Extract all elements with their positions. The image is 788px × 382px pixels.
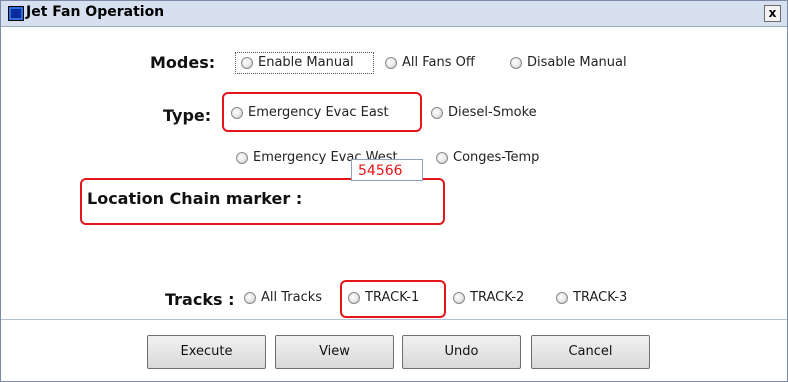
radio-label: TRACK-2: [470, 290, 525, 305]
radio-dot-icon: [348, 291, 360, 304]
radio-emergency-evac-east[interactable]: Emergency Evac East: [231, 105, 389, 120]
radio-label: All Fans Off: [402, 55, 475, 70]
type-label: Type:: [163, 106, 212, 125]
jet-fan-operation-dialog: Jet Fan Operation x Modes: Enable Manual…: [0, 0, 788, 382]
radio-label: Disable Manual: [527, 55, 627, 70]
radio-dot-icon: [241, 56, 253, 69]
radio-dot-icon: [244, 291, 256, 304]
undo-button[interactable]: Undo: [402, 335, 521, 369]
radio-dot-icon: [231, 106, 243, 119]
radio-label: All Tracks: [261, 290, 323, 305]
radio-track-1[interactable]: TRACK-1: [348, 290, 419, 305]
radio-all-fans-off[interactable]: All Fans Off: [385, 55, 475, 70]
radio-conges-temp[interactable]: Conges-Temp: [436, 150, 539, 165]
radio-enable-manual[interactable]: Enable Manual: [241, 55, 354, 70]
button-bar: Execute View Undo Cancel: [1, 319, 787, 381]
radio-label: Diesel-Smoke: [448, 105, 537, 120]
title-bar: Jet Fan Operation x: [1, 1, 787, 27]
radio-label: Emergency Evac East: [248, 105, 389, 120]
radio-dot-icon: [236, 151, 248, 164]
radio-label: Conges-Temp: [453, 150, 540, 165]
cancel-button[interactable]: Cancel: [531, 335, 650, 369]
view-button[interactable]: View: [275, 335, 394, 369]
close-button[interactable]: x: [764, 5, 781, 22]
radio-dot-icon: [385, 56, 397, 69]
radio-dot-icon: [436, 151, 448, 164]
tracks-label: Tracks :: [165, 290, 235, 309]
radio-dot-icon: [453, 291, 465, 304]
radio-label: TRACK-3: [573, 290, 628, 305]
modes-label: Modes:: [150, 53, 216, 72]
radio-track-3[interactable]: TRACK-3: [556, 290, 627, 305]
dialog-content: Modes: Enable Manual All Fans Off Disabl…: [1, 27, 787, 318]
radio-dot-icon: [556, 291, 568, 304]
radio-disable-manual[interactable]: Disable Manual: [510, 55, 627, 70]
radio-track-2[interactable]: TRACK-2: [453, 290, 524, 305]
radio-diesel-smoke[interactable]: Diesel-Smoke: [431, 105, 537, 120]
radio-label: TRACK-1: [365, 290, 420, 305]
location-chain-marker-label: Location Chain marker :: [87, 189, 303, 208]
radio-label: Enable Manual: [258, 55, 354, 70]
location-chain-marker-input[interactable]: 54566: [351, 159, 423, 181]
window-app-icon: [8, 6, 24, 21]
execute-button[interactable]: Execute: [147, 335, 266, 369]
radio-all-tracks[interactable]: All Tracks: [244, 290, 322, 305]
radio-dot-icon: [510, 56, 522, 69]
window-title: Jet Fan Operation: [26, 4, 165, 20]
radio-dot-icon: [431, 106, 443, 119]
